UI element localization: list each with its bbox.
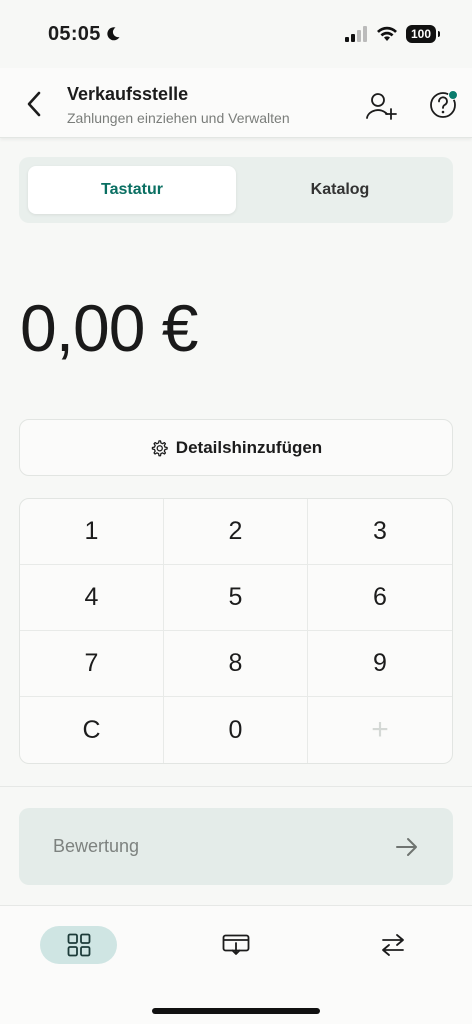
key-3[interactable]: 3 (308, 499, 452, 565)
bewertung-label: Bewertung (53, 836, 140, 856)
transfer-arrows-icon (382, 934, 404, 956)
amount-display: 0,00 € (20, 291, 198, 365)
add-details-button[interactable]: Detailshinzufügen (19, 419, 453, 476)
page-title: Verkaufsstelle (67, 84, 189, 104)
moon-icon (107, 27, 120, 41)
tab-katalog[interactable]: Katalog (236, 166, 444, 214)
cellular-signal-icon (344, 26, 367, 42)
back-chevron-icon (27, 91, 41, 117)
key-2[interactable]: 2 (164, 499, 308, 565)
key-5[interactable]: 5 (164, 565, 308, 631)
add-user-button[interactable] (364, 90, 398, 124)
notification-dot (448, 90, 458, 100)
card-reader-icon (222, 934, 250, 955)
gear-icon (151, 439, 168, 456)
key-1[interactable]: 1 (20, 499, 164, 565)
key-8[interactable]: 8 (164, 631, 308, 697)
arrow-right-icon (396, 837, 417, 856)
status-icons: 100 (344, 25, 441, 43)
wifi-icon (376, 26, 397, 41)
nav-item-transfer[interactable] (367, 926, 419, 964)
key-9[interactable]: 9 (308, 631, 452, 697)
home-indicator[interactable] (152, 1008, 320, 1014)
keypad: 1 2 3 4 5 6 7 8 9 C 0 + (19, 498, 453, 764)
page-subtitle: Zahlungen einziehen und Verwalten (67, 110, 290, 126)
status-time: 05:05 (48, 23, 121, 46)
key-6[interactable]: 6 (308, 565, 452, 631)
app-header: Verkaufsstelle Zahlungen einziehen und V… (0, 68, 472, 138)
status-bar: 05:05 100 (0, 0, 472, 68)
key-clear[interactable]: C (20, 697, 164, 763)
key-7[interactable]: 7 (20, 631, 164, 697)
divider (0, 786, 472, 787)
nav-item-grid[interactable] (40, 926, 117, 964)
key-4[interactable]: 4 (20, 565, 164, 631)
add-details-label: Detailshinzufügen (175, 437, 323, 457)
back-button[interactable] (20, 88, 48, 120)
grid-icon (67, 933, 90, 957)
battery-icon: 100 (405, 25, 441, 43)
bewertung-button[interactable]: Bewertung (19, 808, 453, 885)
nav-item-card-reader[interactable] (210, 926, 262, 964)
key-plus[interactable]: + (308, 697, 452, 763)
key-0[interactable]: 0 (164, 697, 308, 763)
bottom-nav (0, 905, 472, 1024)
add-user-icon (366, 93, 397, 120)
tab-tastatur[interactable]: Tastatur (28, 166, 236, 214)
mode-tabs: Tastatur Katalog (19, 157, 453, 223)
battery-level: 100 (410, 27, 431, 41)
time-label: 05:05 (48, 22, 101, 45)
help-button[interactable] (426, 88, 460, 122)
